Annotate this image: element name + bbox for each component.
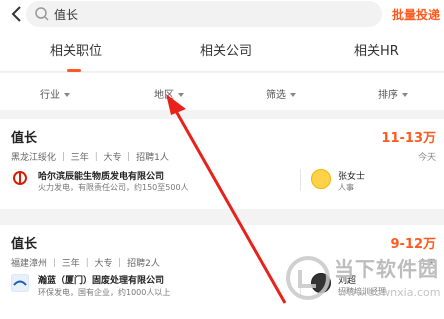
active-tab-indicator (67, 69, 81, 72)
hr-avatar (311, 169, 331, 189)
watermark-url: www.downxia.com (338, 286, 441, 299)
search-query: 值长 (54, 8, 79, 22)
caret-down-icon (64, 93, 70, 97)
job-card[interactable]: 值长 11-13万 黑龙江绥化 ｜ 三年 ｜ 大专 ｜ 招聘1人 今天 哈尔滨辰… (0, 119, 444, 209)
hr-role: 人事 (338, 183, 354, 192)
divider (300, 169, 301, 191)
filter-bar: 行业 地区 筛选 排序 (0, 73, 444, 110)
tab-related-companies[interactable]: 相关公司 (200, 40, 252, 59)
caret-down-icon (178, 93, 184, 97)
company-info: 火力发电，有限责任公司，约150至500人 (38, 183, 189, 192)
job-title: 值长 (11, 131, 38, 146)
job-date: 今天 (417, 153, 436, 163)
filter-sort[interactable]: 排序 (378, 86, 408, 101)
company-name[interactable]: 哈尔滨辰能生物质发电有限公司 (38, 169, 164, 182)
filter-screen[interactable]: 筛选 (266, 86, 296, 101)
top-bar: 值长 批量投递 (0, 0, 444, 28)
tab-related-hr[interactable]: 相关HR (354, 40, 399, 59)
company-info: 环保发电，国有企业，约1000人以上 (38, 288, 171, 297)
company-logo-icon (11, 274, 29, 292)
tab-related-jobs[interactable]: 相关职位 (50, 40, 102, 59)
company-name[interactable]: 瀚蓝（厦门）固废处理有限公司 (38, 273, 164, 286)
watermark-title: 当下软件园 (334, 257, 439, 281)
job-meta: 黑龙江绥化 ｜ 三年 ｜ 大专 ｜ 招聘1人 (11, 153, 169, 163)
company-logo-icon (11, 169, 29, 187)
search-icon (35, 7, 49, 21)
job-salary: 11-13万 (381, 131, 436, 146)
caret-down-icon (402, 93, 408, 97)
filter-region[interactable]: 地区 (154, 86, 184, 101)
caret-down-icon (290, 93, 296, 97)
job-meta: 福建漳州 ｜ 三年 ｜ 大专 ｜ 招聘2人 (11, 259, 160, 269)
job-title: 值长 (11, 237, 38, 252)
hr-name: 张女士 (338, 172, 366, 182)
result-tabs: 相关职位 相关公司 相关HR (0, 28, 444, 72)
batch-apply-button[interactable]: 批量投递 (392, 6, 440, 23)
search-input[interactable]: 值长 (26, 1, 382, 27)
filter-industry[interactable]: 行业 (40, 86, 70, 101)
back-arrow-icon[interactable] (8, 4, 28, 24)
